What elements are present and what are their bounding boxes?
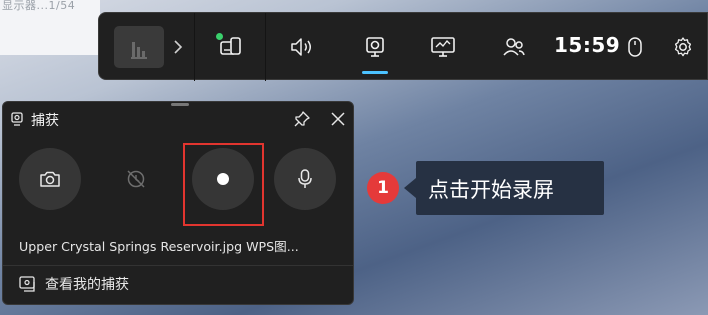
widget-menu-icon: [220, 37, 241, 55]
camera-icon: [40, 171, 60, 187]
xbox-social-icon: [503, 38, 525, 56]
show-all-captures-link[interactable]: 查看我的捕获: [45, 274, 129, 294]
active-tab-indicator: [362, 71, 388, 74]
settings-button[interactable]: [663, 31, 703, 63]
widget-status-dot: [216, 33, 223, 40]
background-window-text: 显示器...1/54: [2, 0, 76, 12]
microphone-icon: [298, 169, 312, 188]
clock: 15:59: [554, 33, 621, 57]
background-window: 显示器...1/54: [0, 0, 100, 55]
mouse-icon: [628, 37, 642, 57]
recent-capture-filename[interactable]: Upper Crystal Springs Reservoir.jpg WPS图…: [19, 236, 299, 255]
microphone-button[interactable]: [274, 148, 336, 210]
audio-button[interactable]: [282, 31, 322, 63]
settings-icon: [674, 37, 692, 57]
capture-widget-button[interactable]: [355, 31, 395, 63]
chevron-right-icon[interactable]: [172, 37, 184, 57]
record-history-icon: [127, 170, 145, 188]
divider: [194, 13, 195, 81]
screenshot-button[interactable]: [19, 148, 81, 210]
game-bar: 15:59: [98, 12, 708, 81]
xbox-social-button[interactable]: [494, 31, 534, 63]
app-context-icon: [131, 35, 147, 59]
audio-icon: [291, 38, 311, 56]
capture-widget-icon: [11, 112, 23, 126]
app-context-button[interactable]: [114, 26, 164, 68]
highlight-box: [183, 143, 264, 226]
capture-widget: 捕获 Upper Crystal Springs Reservoir.jpg W…: [2, 101, 354, 305]
callout-text: 点击开始录屏: [428, 178, 554, 202]
callout-box: 点击开始录屏: [416, 161, 604, 215]
drag-handle[interactable]: [171, 103, 189, 106]
capture-widget-title: 捕获: [31, 113, 59, 129]
performance-icon: [431, 37, 455, 57]
callout-pointer: [404, 178, 416, 198]
capture-icon: [366, 37, 384, 57]
pin-icon[interactable]: [293, 110, 311, 128]
record-last-30s-button[interactable]: [105, 148, 167, 210]
mouse-button[interactable]: [615, 31, 655, 63]
close-icon[interactable]: [329, 110, 347, 128]
performance-button[interactable]: [423, 31, 463, 63]
step-badge: 1: [367, 172, 399, 204]
divider: [3, 265, 353, 266]
gallery-icon: [19, 276, 35, 292]
divider: [265, 13, 266, 81]
